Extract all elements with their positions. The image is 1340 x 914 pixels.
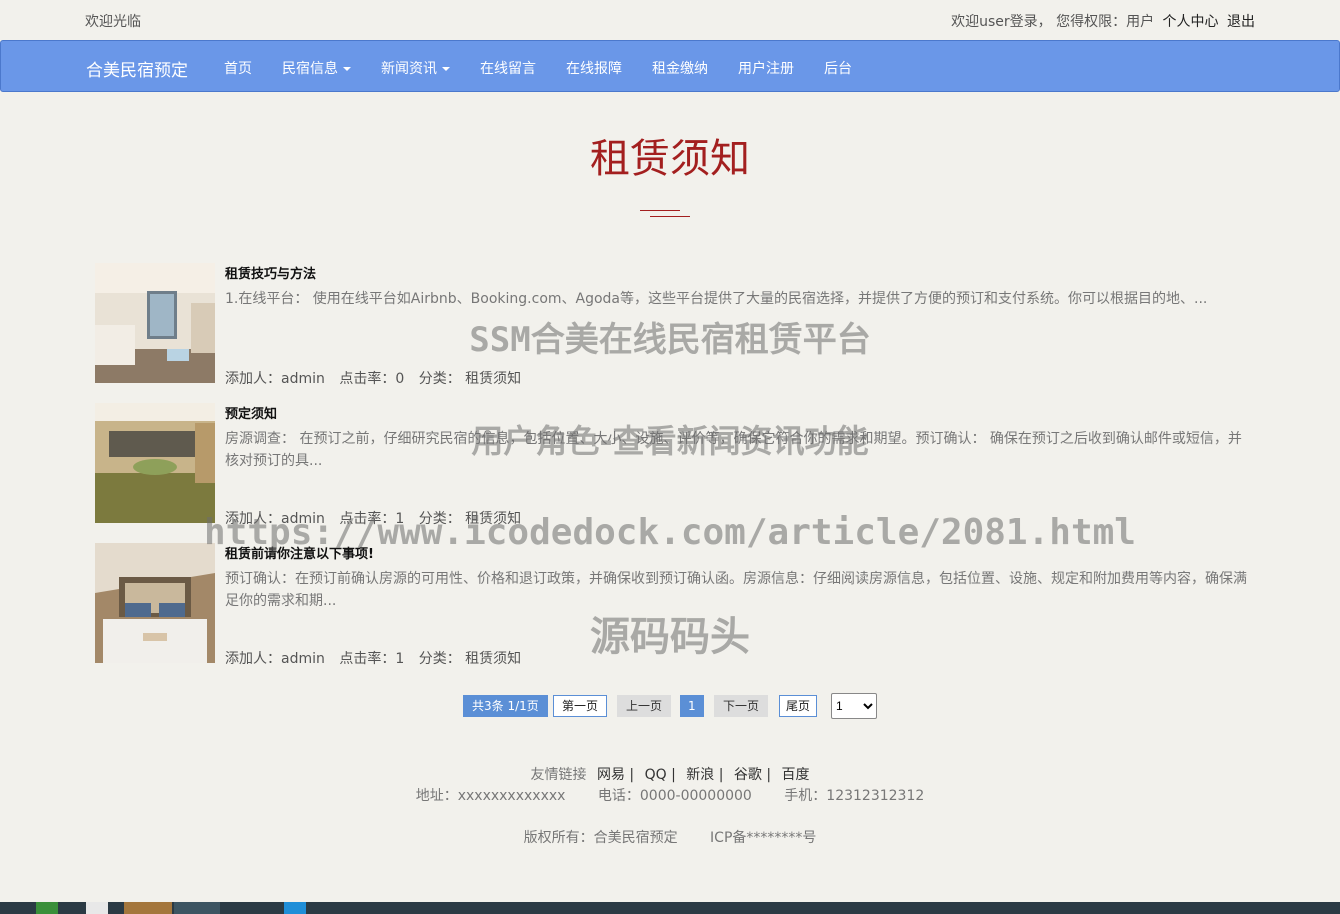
next-page-button[interactable]: 下一页 — [714, 695, 769, 717]
news-summary: 房源调查： 在预订之前，仔细研究民宿的信息，包括位置、大小、设施、评价等，确保它… — [225, 431, 1242, 469]
welcome-text: 欢迎光临 — [85, 14, 141, 30]
nav-item-news[interactable]: 新闻资讯 — [366, 41, 465, 91]
page-title: 租赁须知 — [590, 136, 750, 182]
nav-item-rent-payment[interactable]: 租金缴纳 — [637, 41, 723, 91]
news-summary: 预订确认：在预订前确认房源的可用性、价格和退订政策，并确保收到预订确认函。房源信… — [225, 571, 1247, 609]
news-clicks: 点击率：0 — [339, 371, 405, 387]
news-category: 分类： 租赁须知 — [418, 511, 522, 527]
address-text: 地址：xxxxxxxxxxxxx — [415, 788, 566, 804]
nav-menu: 首页 民宿信息 新闻资讯 在线留言 在线报障 租金缴纳 用户注册 后台 — [209, 41, 867, 91]
nav-label: 后台 — [824, 61, 852, 77]
nav-item-home[interactable]: 首页 — [209, 41, 267, 91]
nav-label: 首页 — [224, 61, 252, 77]
nav-label: 在线报障 — [566, 61, 622, 77]
pagination-info: 共3条 1/1页 — [463, 695, 548, 717]
news-clicks: 点击率：1 — [339, 511, 405, 527]
link-google[interactable]: 谷歌 | — [734, 767, 771, 783]
mobile-text: 手机：12312312312 — [784, 788, 925, 804]
news-meta: 添加人：admin 点击率：0 分类： 租赁须知 — [225, 368, 531, 388]
phone-text: 电话：0000-00000000 — [597, 788, 752, 804]
copyright-text: 版权所有：合美民宿预定 — [523, 830, 678, 846]
footer: 友情链接 网易 | QQ | 新浪 | 谷歌 | 百度 地址：xxxxxxxxx… — [0, 764, 1340, 848]
prev-page-button[interactable]: 上一页 — [617, 695, 672, 717]
nav-label: 在线留言 — [480, 61, 536, 77]
news-item[interactable]: 租赁技巧与方法 1.在线平台： 使用在线平台如Airbnb、Booking.co… — [95, 263, 1255, 387]
contact-info: 地址：xxxxxxxxxxxxx 电话：0000-00000000 手机：123… — [0, 786, 1340, 806]
profile-link[interactable]: 个人中心 — [1163, 14, 1219, 30]
last-page-button[interactable]: 尾页 — [779, 695, 818, 717]
nav-label: 民宿信息 — [282, 61, 338, 77]
current-page-button[interactable]: 1 — [680, 695, 704, 717]
friend-links: 友情链接 网易 | QQ | 新浪 | 谷歌 | 百度 — [0, 764, 1340, 786]
news-clicks: 点击率：1 — [339, 651, 405, 667]
news-meta: 添加人：admin 点击率：1 分类： 租赁须知 — [225, 648, 531, 668]
link-qq[interactable]: QQ | — [645, 767, 676, 783]
nav-item-homestay-info[interactable]: 民宿信息 — [267, 41, 366, 91]
news-author: 添加人：admin — [225, 371, 325, 387]
news-thumbnail[interactable] — [95, 543, 215, 663]
news-thumbnail[interactable] — [95, 263, 215, 383]
link-netease[interactable]: 网易 | — [597, 767, 634, 783]
news-category: 分类： 租赁须知 — [418, 651, 522, 667]
logout-link[interactable]: 退出 — [1227, 14, 1255, 30]
friend-links-label: 友情链接 — [530, 767, 587, 783]
login-info: 欢迎user登录， 您得权限：用户 — [951, 14, 1155, 30]
first-page-button[interactable]: 第一页 — [553, 695, 608, 717]
user-info: 欢迎user登录， 您得权限：用户 个人中心 退出 — [951, 11, 1255, 31]
news-title[interactable]: 预定须知 — [225, 403, 277, 422]
top-bar: 欢迎光临 欢迎user登录， 您得权限：用户 个人中心 退出 — [0, 0, 1340, 40]
page-select[interactable]: 1 — [831, 693, 877, 719]
taskbar-app-icon[interactable] — [174, 902, 220, 914]
news-author: 添加人：admin — [225, 511, 325, 527]
icp-text: ICP备********号 — [710, 830, 817, 846]
news-author: 添加人：admin — [225, 651, 325, 667]
link-sina[interactable]: 新浪 | — [686, 767, 723, 783]
title-divider — [640, 210, 690, 218]
news-summary: 1.在线平台： 使用在线平台如Airbnb、Booking.com、Agoda等… — [225, 291, 1208, 307]
nav-item-register[interactable]: 用户注册 — [723, 41, 809, 91]
taskbar-app-icon[interactable] — [86, 902, 108, 914]
nav-item-messages[interactable]: 在线留言 — [465, 41, 551, 91]
nav-label: 用户注册 — [738, 61, 794, 77]
nav-item-fault-report[interactable]: 在线报障 — [551, 41, 637, 91]
taskbar-app-icon[interactable] — [36, 902, 58, 914]
caret-down-icon — [343, 67, 351, 71]
os-taskbar — [0, 902, 1340, 914]
nav-item-admin[interactable]: 后台 — [809, 41, 867, 91]
news-item[interactable]: 租赁前请你注意以下事项! 预订确认：在预订前确认房源的可用性、价格和退订政策，并… — [95, 543, 1255, 667]
nav-label: 租金缴纳 — [652, 61, 708, 77]
nav-label: 新闻资讯 — [381, 61, 437, 77]
news-title[interactable]: 租赁技巧与方法 — [225, 263, 316, 282]
taskbar-app-icon[interactable] — [124, 902, 172, 914]
news-category: 分类： 租赁须知 — [418, 371, 522, 387]
news-item[interactable]: 预定须知 房源调查： 在预订之前，仔细研究民宿的信息，包括位置、大小、设施、评价… — [95, 403, 1255, 527]
link-baidu[interactable]: 百度 — [782, 767, 810, 783]
news-title[interactable]: 租赁前请你注意以下事项! — [225, 543, 374, 562]
caret-down-icon — [442, 67, 450, 71]
main-navbar: 合美民宿预定 首页 民宿信息 新闻资讯 在线留言 在线报障 租金缴纳 用户注册 … — [0, 40, 1340, 92]
news-thumbnail[interactable] — [95, 403, 215, 523]
taskbar-app-icon[interactable] — [284, 902, 306, 914]
brand-link[interactable]: 合美民宿预定 — [86, 56, 188, 81]
news-meta: 添加人：admin 点击率：1 分类： 租赁须知 — [225, 508, 531, 528]
copyright: 版权所有：合美民宿预定 ICP备********号 — [0, 828, 1340, 848]
